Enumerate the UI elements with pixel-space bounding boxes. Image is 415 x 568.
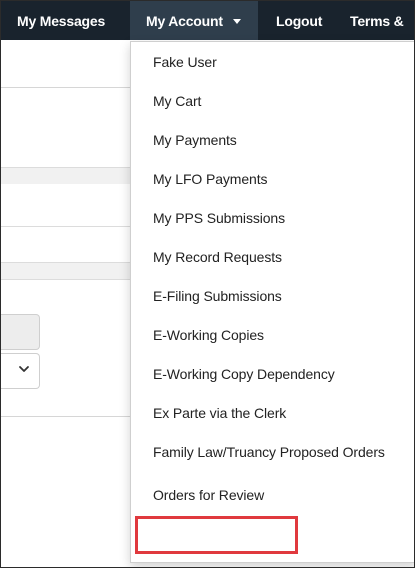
nav-terms[interactable]: Terms & bbox=[338, 1, 404, 40]
menu-item-label: E-Working Copy Dependency bbox=[153, 365, 335, 382]
menu-item-e-working-copy-dependency[interactable]: E-Working Copy Dependency bbox=[131, 354, 414, 393]
nav-terms-label: Terms & bbox=[350, 12, 404, 29]
form-header-band bbox=[1, 167, 131, 185]
app-window: My Messages My Account Logout Terms & Fa… bbox=[0, 0, 415, 568]
menu-item-my-record-requests[interactable]: My Record Requests bbox=[131, 237, 414, 276]
caret-down-icon bbox=[232, 18, 241, 24]
menu-item-label: My Record Requests bbox=[153, 248, 282, 265]
page-divider bbox=[1, 87, 131, 88]
menu-item-my-lfo-payments[interactable]: My LFO Payments bbox=[131, 159, 414, 198]
menu-item-label: My Cart bbox=[153, 92, 202, 109]
menu-item-e-working-copies[interactable]: E-Working Copies bbox=[131, 315, 414, 354]
menu-item-label: My PPS Submissions bbox=[153, 209, 286, 226]
nav-logout[interactable]: Logout bbox=[258, 1, 338, 40]
menu-item-label: Ex Parte via the Clerk bbox=[153, 404, 287, 421]
menu-item-label: E-Filing Submissions bbox=[153, 287, 282, 304]
menu-item-label: My LFO Payments bbox=[153, 170, 268, 187]
menu-item-label: My Payments bbox=[153, 131, 237, 148]
page-divider bbox=[1, 416, 131, 417]
form-row bbox=[1, 184, 131, 227]
top-navbar: My Messages My Account Logout Terms & bbox=[1, 1, 414, 40]
menu-item-my-cart[interactable]: My Cart bbox=[131, 81, 414, 120]
menu-item-ex-parte-via-the-clerk[interactable]: Ex Parte via the Clerk bbox=[131, 393, 414, 432]
menu-item-my-pps-submissions[interactable]: My PPS Submissions bbox=[131, 198, 414, 237]
form-select[interactable] bbox=[1, 353, 40, 389]
chevron-down-icon bbox=[19, 366, 29, 372]
menu-item-my-payments[interactable]: My Payments bbox=[131, 120, 414, 159]
menu-item-label: Orders for Review bbox=[153, 486, 265, 503]
menu-item-e-filing-submissions[interactable]: E-Filing Submissions bbox=[131, 276, 414, 315]
form-header-band bbox=[1, 262, 131, 280]
nav-my-account[interactable]: My Account bbox=[130, 1, 258, 40]
menu-item-orders-for-review[interactable]: Orders for Review bbox=[131, 475, 414, 514]
my-account-dropdown: Fake User My Cart My Payments My LFO Pay… bbox=[130, 41, 414, 563]
nav-logout-label: Logout bbox=[276, 12, 323, 29]
form-button[interactable] bbox=[1, 314, 40, 350]
nav-my-messages[interactable]: My Messages bbox=[1, 1, 129, 40]
menu-item-label: Family Law/Truancy Proposed Orders bbox=[153, 443, 385, 460]
highlight-box bbox=[135, 516, 298, 554]
menu-item-fake-user[interactable]: Fake User bbox=[131, 42, 414, 81]
menu-item-label: Fake User bbox=[153, 53, 217, 70]
nav-my-messages-label: My Messages bbox=[17, 12, 106, 29]
menu-item-label: E-Working Copies bbox=[153, 326, 264, 343]
menu-item-family-law-truancy-proposed-orders[interactable]: Family Law/Truancy Proposed Orders bbox=[131, 432, 414, 471]
nav-my-account-label: My Account bbox=[146, 12, 223, 29]
